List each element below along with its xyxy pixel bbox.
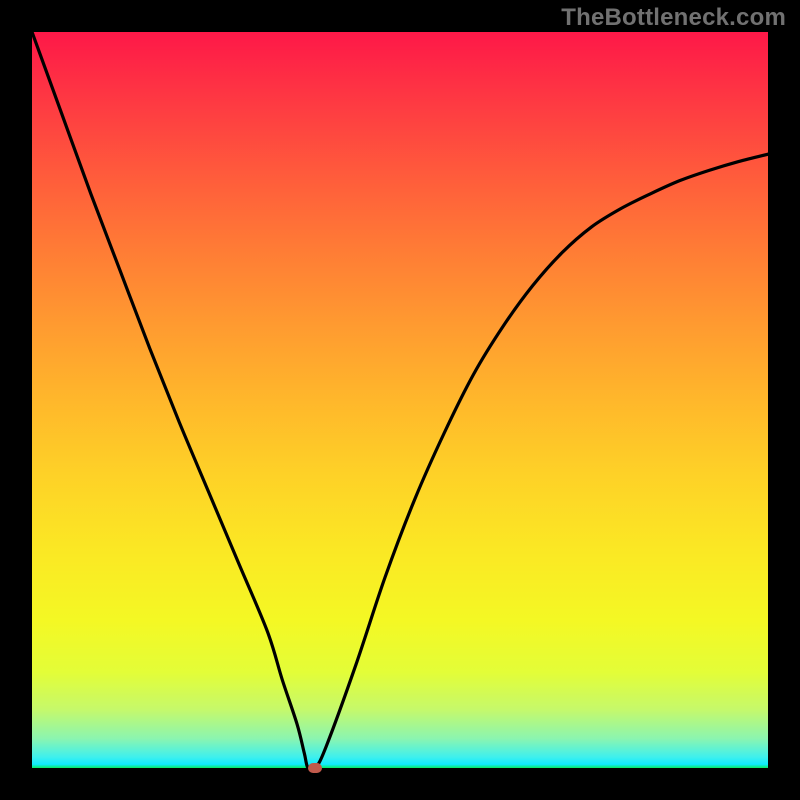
watermark-text: TheBottleneck.com — [561, 4, 786, 32]
chart-frame: TheBottleneck.com — [0, 0, 800, 800]
bottleneck-curve — [32, 32, 768, 768]
plot-area — [32, 32, 768, 768]
optimum-marker — [308, 763, 322, 773]
